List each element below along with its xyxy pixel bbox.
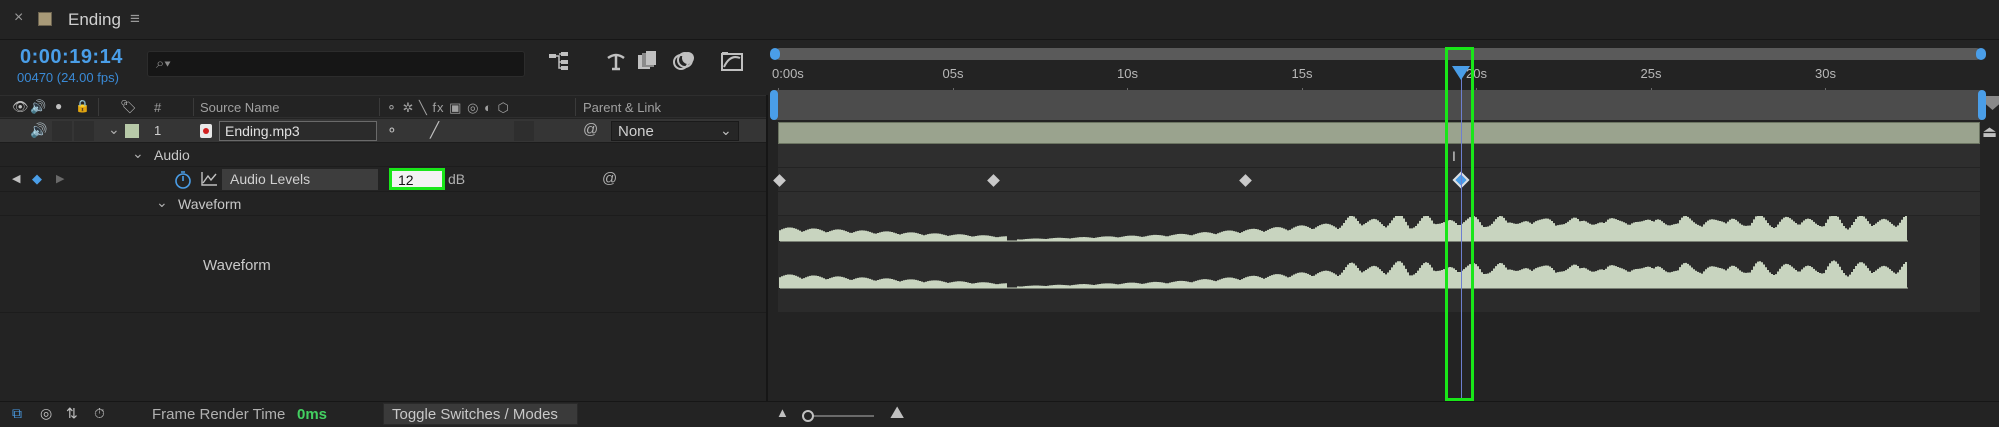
waveform-lane	[778, 213, 1980, 313]
waveform-property-group[interactable]: ⌄ Waveform	[0, 192, 768, 216]
audio-file-icon	[200, 124, 212, 138]
zoom-in-icon[interactable]: ⛰	[890, 403, 904, 423]
lock-header-icon: 🔒	[75, 99, 90, 113]
video-switch-header-icon: 👁	[12, 99, 29, 114]
next-keyframe-icon[interactable]: ▶	[56, 172, 64, 185]
frame-render-time-value: 0ms	[297, 406, 328, 423]
source-name-column-header[interactable]: Source Name	[200, 100, 279, 115]
graph-editor-icon[interactable]	[720, 50, 744, 78]
expression-pick-whip-icon[interactable]: @	[602, 170, 617, 187]
timeline-panel: 0:00s 05s 10s 15s 20s 25s 30s ⏏	[768, 40, 1999, 401]
layer-row[interactable]: 🔊 ⌄ 1 Ending.mp3 ⚬ ╱ @ None ⌄	[0, 119, 768, 143]
panel-menu-icon[interactable]: ≡	[130, 9, 140, 29]
audio-group-label: Audio	[154, 147, 190, 163]
layer-label-color[interactable]	[125, 124, 139, 138]
label-header-icon: 🏷	[120, 99, 137, 114]
panel-tab-bar: × Ending ≡	[0, 0, 1999, 40]
solo-switch[interactable]	[52, 121, 72, 141]
audio-expand-chevron-icon[interactable]: ⌄	[132, 145, 144, 162]
motion-blur-icon[interactable]	[672, 50, 696, 78]
switches-column-header: ⚬ ✲ ╲ fx ▣ ◎ ◐ ⬡	[386, 100, 510, 115]
waveform-channel	[779, 213, 1907, 241]
audio-levels-label: Audio Levels	[230, 171, 311, 187]
layer-name-field[interactable]: Ending.mp3	[219, 121, 377, 141]
waveform-property: Waveform	[0, 216, 768, 313]
previous-keyframe-icon[interactable]: ◀	[12, 172, 20, 185]
keyframe-track	[768, 168, 1999, 192]
frame-render-time-label: Frame Render Time	[152, 406, 286, 423]
lock-switch[interactable]	[74, 121, 94, 141]
frame-blending-icon[interactable]	[636, 50, 658, 78]
work-area-end-handle[interactable]	[1978, 90, 1986, 120]
ruler-tick-label: 25s	[1640, 66, 1662, 81]
layer-duration-bar[interactable]	[778, 122, 1980, 144]
chevron-down-icon: ⌄	[720, 122, 732, 138]
audio-waveform	[779, 213, 1908, 289]
draft-3d-icon[interactable]	[605, 50, 627, 78]
solo-header-icon: ●	[55, 99, 63, 113]
render-time-pane-icon[interactable]: ⏱	[94, 405, 105, 422]
zoom-slider[interactable]	[802, 410, 874, 422]
number-column-header: #	[154, 100, 162, 115]
layer-switches-pane-icon[interactable]: ⧉	[12, 405, 22, 422]
toggle-switches-modes-label: Toggle Switches / Modes	[392, 406, 558, 423]
audio-levels-property[interactable]: ◀ ◆ ▶ Audio Levels 12 dB @	[0, 167, 768, 192]
parent-dropdown[interactable]: None ⌄	[611, 121, 739, 141]
waveform-channel	[779, 260, 1907, 288]
waveform-group-lane	[778, 192, 1980, 216]
transfer-controls-pane-icon[interactable]: ◎	[40, 405, 52, 422]
layer-column-header: 👁 🔊 ● 🔒 🏷 # Source Name ⚬ ✲ ╲ fx ▣ ◎ ◐ ⬡…	[0, 95, 768, 118]
audio-toggle-icon[interactable]: 🔊	[30, 122, 47, 139]
close-tab-icon[interactable]: ×	[14, 9, 23, 27]
parent-dropdown-value: None	[618, 123, 654, 140]
playhead-highlight-box	[1445, 47, 1474, 401]
waveform-label: Waveform	[203, 257, 271, 274]
audio-switch-header-icon: 🔊	[30, 99, 47, 114]
adjustment-switch[interactable]	[514, 121, 534, 141]
work-area-start-handle[interactable]	[770, 90, 778, 120]
frame-count: 00470 (24.00 fps)	[17, 70, 119, 85]
layer-number: 1	[154, 123, 162, 138]
shy-switch-icon[interactable]: ⚬	[386, 122, 398, 139]
keyframe[interactable]	[987, 174, 1001, 187]
ruler-tick-label: 15s	[1291, 66, 1313, 81]
timeline-status-bar: ⧉ ◎ ⇅ ⏱ Frame Render Time 0ms Toggle Swi…	[0, 401, 1999, 427]
layer-end-pin-icon[interactable]: ⏏	[1982, 122, 1997, 142]
quality-switch-icon[interactable]: ╱	[430, 121, 439, 139]
zoom-slider-thumb[interactable]	[802, 410, 814, 422]
work-area-bar[interactable]	[770, 90, 1986, 120]
ruler-tick-label: 10s	[1117, 66, 1138, 81]
search-icon: ⌕▾	[156, 55, 171, 72]
ruler-tick-label: 05s	[942, 66, 964, 81]
graph-icon[interactable]	[200, 171, 218, 187]
composition-swatch-icon	[38, 12, 52, 26]
audio-levels-name-field: Audio Levels	[222, 169, 378, 190]
ruler-tick-label: 0:00s	[772, 66, 804, 81]
keyframe[interactable]	[773, 174, 786, 187]
layer-search-input[interactable]: ⌕▾	[147, 51, 525, 77]
composition-mini-flowchart-icon[interactable]	[548, 50, 570, 78]
parent-link-column-header[interactable]: Parent & Link	[583, 100, 661, 115]
audio-property-group[interactable]: ⌄ Audio	[0, 143, 768, 167]
audio-levels-unit: dB	[448, 171, 466, 187]
comp-marker-bin-icon[interactable]	[1986, 96, 1999, 110]
layer-name: Ending.mp3	[225, 123, 300, 139]
in-out-duration-pane-icon[interactable]: ⇅	[66, 405, 78, 422]
audio-group-lane	[778, 144, 1980, 168]
ruler-tick-label: 30s	[1815, 66, 1836, 81]
pick-whip-icon[interactable]: @	[583, 121, 598, 138]
toggle-switches-modes-button[interactable]: Toggle Switches / Modes	[383, 403, 578, 425]
audio-levels-value-input[interactable]: 12	[389, 168, 445, 190]
waveform-expand-chevron-icon[interactable]: ⌄	[156, 194, 168, 211]
layer-expand-chevron-icon[interactable]: ⌄	[108, 121, 120, 138]
zoom-out-icon[interactable]: ▲	[776, 405, 789, 420]
waveform-group-label: Waveform	[178, 196, 242, 212]
add-keyframe-icon[interactable]: ◆	[32, 171, 42, 187]
stopwatch-icon[interactable]	[174, 170, 192, 190]
current-time-display[interactable]: 0:00:19:14	[20, 46, 123, 69]
composition-tab-title[interactable]: Ending	[68, 10, 121, 30]
keyframe[interactable]	[1238, 174, 1252, 187]
audio-levels-value: 12	[398, 172, 414, 188]
